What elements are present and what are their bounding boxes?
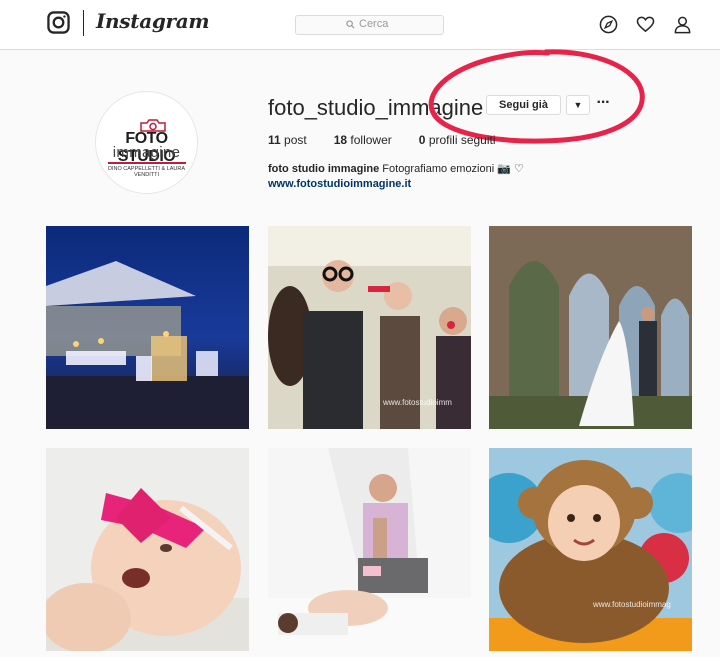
following-label: profili seguiti xyxy=(428,133,496,147)
posts-label: post xyxy=(284,133,307,147)
following-button[interactable]: Segui già xyxy=(486,95,561,115)
post-thumbnail[interactable] xyxy=(46,448,249,651)
bio-text: Fotografiamo emozioni 📷 ♡ xyxy=(382,163,524,175)
compass-icon[interactable] xyxy=(599,15,618,34)
instagram-logo-icon[interactable] xyxy=(47,11,70,34)
avatar-divider xyxy=(108,162,186,164)
avatar-subtitle: immagine xyxy=(112,144,181,161)
profile-stats: 11 post 18 follower 0 profili seguiti xyxy=(268,133,523,147)
bio: foto studio immagine Fotografiamo emozio… xyxy=(268,162,524,175)
post-image-baby-monkey xyxy=(489,448,692,651)
following-count: 0 xyxy=(418,133,426,147)
user-icon[interactable] xyxy=(673,15,692,34)
photo-watermark: www.fotostudioimmag xyxy=(593,600,671,609)
photo-watermark: www.fotostudioimm xyxy=(383,398,452,407)
bio-name: foto studio immagine xyxy=(268,163,380,175)
heart-icon[interactable] xyxy=(636,15,655,34)
followers-count: 18 xyxy=(333,133,348,147)
website-link[interactable]: www.fotostudioimmagine.it xyxy=(268,178,411,190)
brand-wordmark[interactable]: Instagram xyxy=(96,9,210,33)
post-image-wedding-arches xyxy=(489,226,692,429)
search-box[interactable]: Cerca xyxy=(295,15,444,35)
followers-label: follower xyxy=(350,133,392,147)
following-stat[interactable]: 0 profili seguiti xyxy=(419,133,496,147)
top-navigation: Instagram Cerca xyxy=(0,0,720,50)
search-icon xyxy=(346,19,355,29)
post-thumbnail[interactable]: www.fotostudioimm xyxy=(268,226,471,429)
followers-stat[interactable]: 18 follower xyxy=(334,133,392,147)
post-thumbnail[interactable] xyxy=(46,226,249,429)
post-thumbnail[interactable] xyxy=(268,448,471,651)
post-image-pregnancy-couple xyxy=(268,448,471,651)
logo-divider xyxy=(83,10,84,36)
suggestions-dropdown-button[interactable]: ▼ xyxy=(566,95,590,115)
post-image-beach-reception xyxy=(46,226,249,429)
avatar-names: DINO CAPPELLETTI & LAURA VENDITTI xyxy=(107,166,186,178)
post-image-baby-bow xyxy=(46,448,249,651)
more-options-button[interactable]: ··· xyxy=(595,95,611,114)
posts-stat: 11 post xyxy=(268,133,307,147)
profile-avatar[interactable]: FOTO STUDIO immagine DINO CAPPELLETTI & … xyxy=(95,91,198,194)
posts-count: 11 xyxy=(268,133,281,147)
post-thumbnail[interactable] xyxy=(489,226,692,429)
post-thumbnail[interactable]: www.fotostudioimmag xyxy=(489,448,692,651)
profile-username: foto_studio_immagine xyxy=(268,95,484,120)
search-input[interactable]: Cerca xyxy=(359,18,388,30)
